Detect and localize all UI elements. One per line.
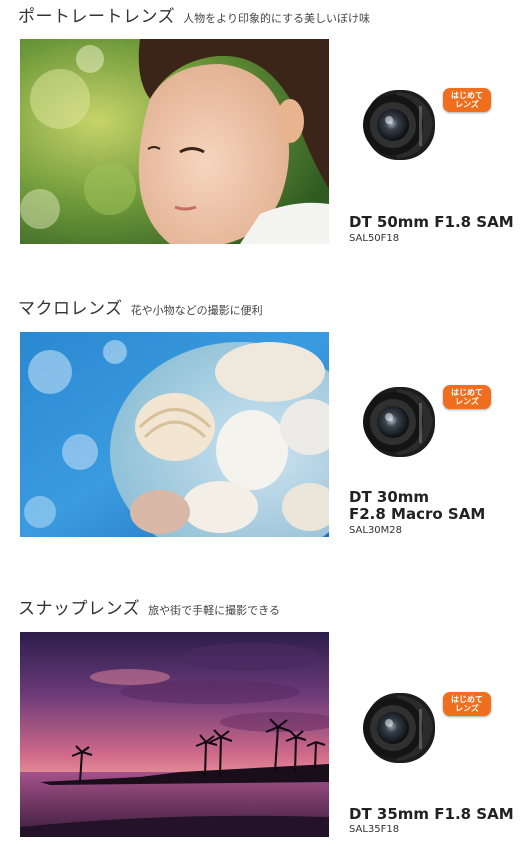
lens-model-name[interactable]: DT 35mm F1.8 SAM xyxy=(349,806,514,823)
badge-line-1: はじめて xyxy=(451,91,483,100)
lens-model-name[interactable]: DT 30mm F2.8 Macro SAM xyxy=(349,489,485,523)
section-title: マクロレンズ xyxy=(18,299,123,319)
lens-model-code: SAL35F18 xyxy=(349,824,400,835)
badge-line-1: はじめて xyxy=(451,695,483,704)
model-line-2: F2.8 Macro SAM xyxy=(349,505,486,523)
section-subtitle: 花や小物などの撮影に便利 xyxy=(130,304,263,317)
section-subtitle: 人物をより印象的にする美しいぼけ味 xyxy=(183,12,371,25)
section-heading: ポートレートレンズ 人物をより印象的にする美しいぼけ味 xyxy=(18,2,370,27)
snap-photo[interactable] xyxy=(20,632,329,837)
model-line-1: DT 35mm F1.8 SAM xyxy=(349,805,514,823)
section-heading: スナップレンズ 旅や街で手軽に撮影できる xyxy=(18,594,280,619)
section-heading: マクロレンズ 花や小物などの撮影に便利 xyxy=(18,294,263,319)
badge-line-2: レンズ xyxy=(455,704,479,713)
section-title: スナップレンズ xyxy=(18,599,141,619)
beginner-lens-badge: はじめて レンズ xyxy=(443,385,491,409)
section-subtitle: 旅や街で手軽に撮影できる xyxy=(148,604,280,617)
portrait-photo[interactable] xyxy=(20,39,329,244)
beginner-lens-badge: はじめて レンズ xyxy=(443,88,491,112)
model-line-1: DT 50mm F1.8 SAM xyxy=(349,213,514,231)
lens-product-image[interactable] xyxy=(355,377,441,463)
lens-model-name[interactable]: DT 50mm F1.8 SAM xyxy=(349,214,514,231)
model-line-1: DT 30mm xyxy=(349,488,430,506)
badge-line-2: レンズ xyxy=(455,397,479,406)
lens-model-code: SAL30M28 xyxy=(349,525,403,536)
macro-photo[interactable] xyxy=(20,332,329,537)
lens-model-code: SAL50F18 xyxy=(349,233,400,244)
section-title: ポートレートレンズ xyxy=(18,7,176,27)
beginner-lens-badge: はじめて レンズ xyxy=(443,692,491,716)
lens-product-image[interactable] xyxy=(355,683,441,769)
badge-line-2: レンズ xyxy=(455,100,479,109)
lens-product-image[interactable] xyxy=(355,80,441,166)
badge-line-1: はじめて xyxy=(451,388,483,397)
